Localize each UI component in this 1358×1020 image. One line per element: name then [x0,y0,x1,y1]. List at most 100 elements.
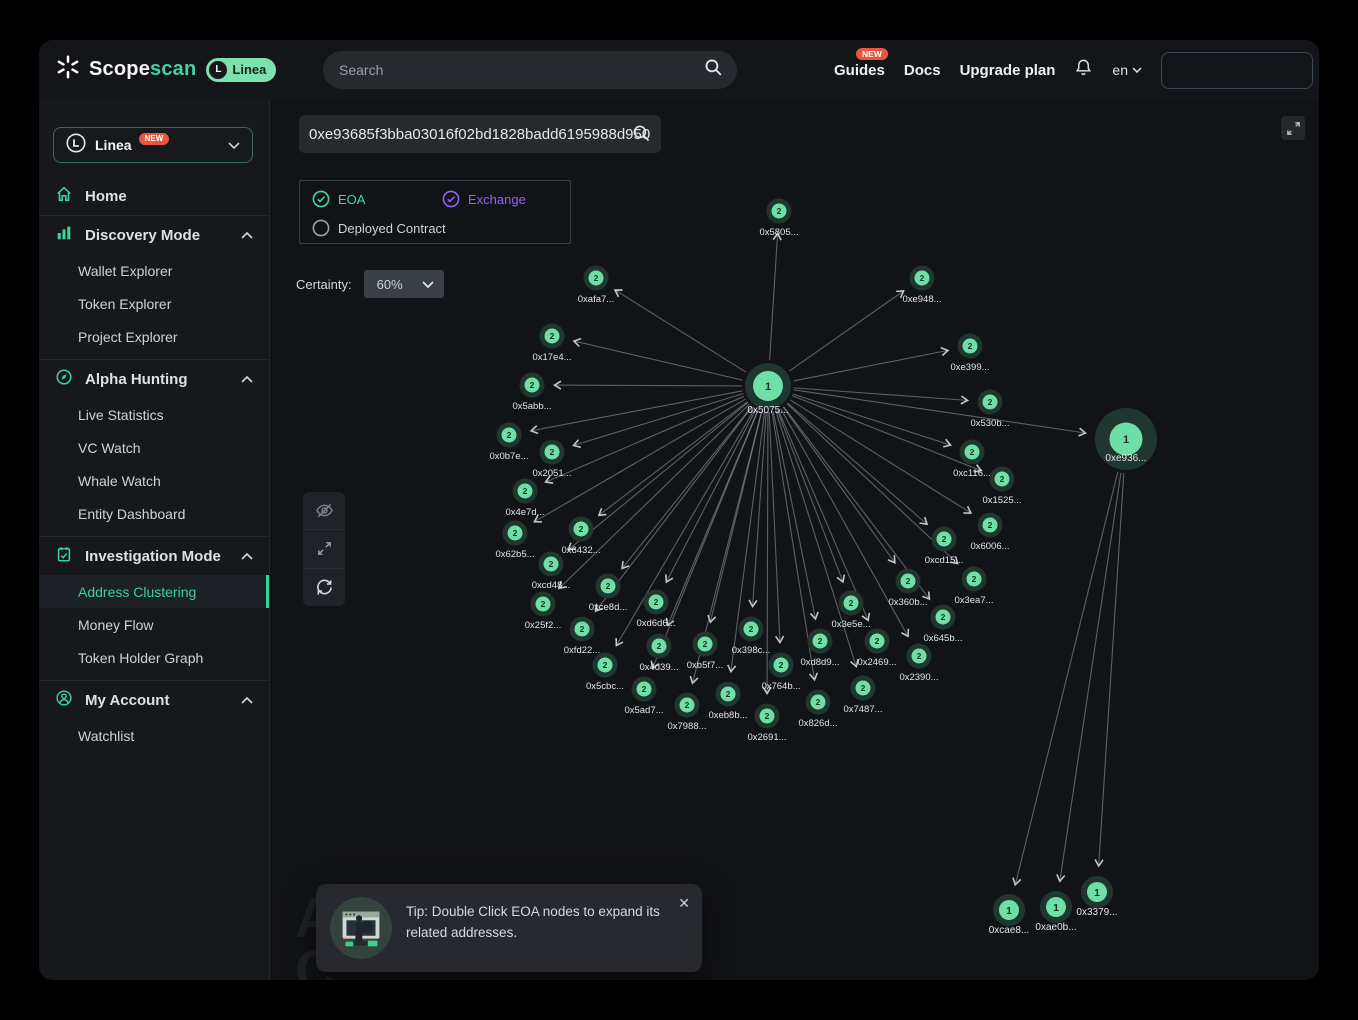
graph-node[interactable]: 20xfd22... [564,617,600,657]
legend-deployed-contract-checkbox[interactable]: Deployed Contract [312,219,446,237]
graph-node[interactable]: 20xe399... [950,334,989,374]
graph-node-badge: 2 [513,528,518,538]
user-icon [55,689,73,712]
sidebar-item-entity-dashboard[interactable]: Entity Dashboard [39,497,269,530]
graph-edge [559,404,749,588]
sidebar-item-discovery-mode[interactable]: Discovery Mode [39,216,269,254]
graph-node[interactable]: 20xd6d6... [636,590,675,630]
sidebar-item-money-flow[interactable]: Money Flow [39,608,269,641]
sidebar-item-live-statistics[interactable]: Live Statistics [39,398,269,431]
graph-node[interactable]: 20xe948... [902,266,941,306]
graph-node[interactable]: 20x4d39... [639,634,678,674]
graph-node[interactable]: 20xd8d9... [800,629,839,669]
graph-node-label: 0x2051... [532,468,571,479]
graph-node[interactable]: 20x826d... [798,690,837,730]
legend-eoa-checkbox[interactable]: EOA [312,190,365,208]
certainty-control: Certainty: 60% [296,270,444,298]
sidebar-item-my-account[interactable]: My Account [39,681,269,719]
certainty-dropdown[interactable]: 60% [364,270,444,298]
sidebar-item-home[interactable]: Home [39,177,269,215]
graph-node-label: 0x3ea7... [954,595,993,606]
graph-node[interactable]: 20x7487... [843,676,882,716]
graph-node[interactable]: 20xafa7... [578,266,614,306]
global-search[interactable] [323,51,737,89]
sidebar-item-token-explorer[interactable]: Token Explorer [39,287,269,320]
graph-node[interactable]: 20xcd48... [532,552,571,592]
close-icon[interactable]: ✕ [678,896,690,910]
graph-node[interactable]: 10x5075... [745,363,791,416]
graph-node[interactable]: 20x6006... [970,513,1009,553]
graph-node-badge: 2 [765,711,770,721]
sidebar-item-alpha-hunting[interactable]: Alpha Hunting [39,360,269,398]
graph-node[interactable]: 20xcd15... [925,527,964,567]
search-icon[interactable] [632,124,651,148]
graph-node-badge: 2 [988,397,993,407]
brand[interactable]: Scopescan L Linea [55,54,276,85]
graph-node[interactable]: 20xc116... [953,440,991,480]
nav-docs[interactable]: Docs [904,62,941,79]
graph-node[interactable]: 20x62b5... [495,521,534,561]
graph-node[interactable]: 10xe936... [1095,408,1157,470]
graph-node-label: 0x5ad7... [624,705,663,716]
hide-labels-button[interactable] [303,492,345,529]
graph-node-badge: 2 [972,574,977,584]
nav-guides[interactable]: Guides NEW [834,62,885,79]
chevron-up-icon [241,370,253,388]
connect-wallet-button[interactable] [1161,52,1313,89]
graph-node[interactable]: 20x645b... [923,605,962,645]
graph-node-badge: 2 [523,486,528,496]
sidebar-item-wallet-explorer[interactable]: Wallet Explorer [39,254,269,287]
graph-node[interactable]: 10x3379... [1076,876,1117,918]
sidebar-item-token-holder-graph[interactable]: Token Holder Graph [39,641,269,674]
graph-edge [769,412,780,643]
graph-node[interactable]: 2 0x3ea7... [954,567,993,607]
graph-node[interactable]: 20x2691... [747,704,786,744]
graph-node[interactable]: 20xeb8b... [708,682,747,722]
linea-logo-icon [66,133,86,158]
sidebar-item-whale-watch[interactable]: Whale Watch [39,464,269,497]
graph-node[interactable]: 20x4e7d... [505,479,544,519]
graph-node[interactable]: 20x6432... [561,517,600,557]
graph-node[interactable]: 20x0b7e... [489,423,528,463]
graph-node[interactable]: 20x5ad7... [624,677,663,717]
graph-node[interactable]: 20xce8d... [589,574,628,614]
graph-node[interactable]: 2 0x2390... [899,644,938,684]
graph-node[interactable]: 20x530b... [970,390,1009,430]
sidebar-item-investigation-mode[interactable]: Investigation Mode [39,537,269,575]
global-search-input[interactable] [339,62,704,78]
sidebar-item-project-explorer[interactable]: Project Explorer [39,320,269,353]
address-input[interactable] [299,115,661,153]
graph-node[interactable]: 20x17e4... [532,324,571,364]
graph-node[interactable]: 20x2051... [532,440,571,480]
refresh-button[interactable] [303,568,345,606]
graph-node[interactable]: 20x5cbc... [586,653,624,693]
graph-edge [622,406,752,568]
graph-node-badge: 2 [917,651,922,661]
legend-exchange-checkbox[interactable]: Exchange [442,190,526,208]
graph-node[interactable]: 20x7988... [667,693,706,733]
graph-node[interactable]: 10xcae8... [989,894,1030,936]
fit-view-button[interactable] [303,529,345,567]
nav-upgrade-plan[interactable]: Upgrade plan [960,62,1056,79]
graph-node-badge: 2 [606,581,611,591]
language-selector[interactable]: en [1112,62,1142,78]
fullscreen-button[interactable] [1281,116,1305,140]
graph-node[interactable]: 20x5805... [759,199,798,239]
address-search-field[interactable] [299,115,661,153]
sidebar-item-watchlist[interactable]: Watchlist [39,719,269,752]
graph-node[interactable]: 20x5abb... [512,373,551,413]
bell-icon[interactable] [1074,58,1093,82]
graph-node[interactable]: 20x3e5e... [831,591,870,631]
graph-node[interactable]: 20xb5f7... [687,632,723,672]
chain-selector[interactable]: Linea NEW [53,127,253,163]
graph-node-badge: 2 [579,524,584,534]
graph-node[interactable]: 20x25f2... [525,592,561,632]
graph-node-badge: 2 [530,380,535,390]
sidebar-item-vc-watch[interactable]: VC Watch [39,431,269,464]
graph-node[interactable]: 20x2469... [857,629,896,669]
graph-node-label: 0xe936... [1105,453,1146,464]
graph-node[interactable]: 10xae0b... [1035,891,1076,933]
graph-edge [615,290,746,372]
sidebar-item-address-clustering[interactable]: Address Clustering [39,575,269,608]
graph-node-label: 0x2390... [899,672,938,683]
